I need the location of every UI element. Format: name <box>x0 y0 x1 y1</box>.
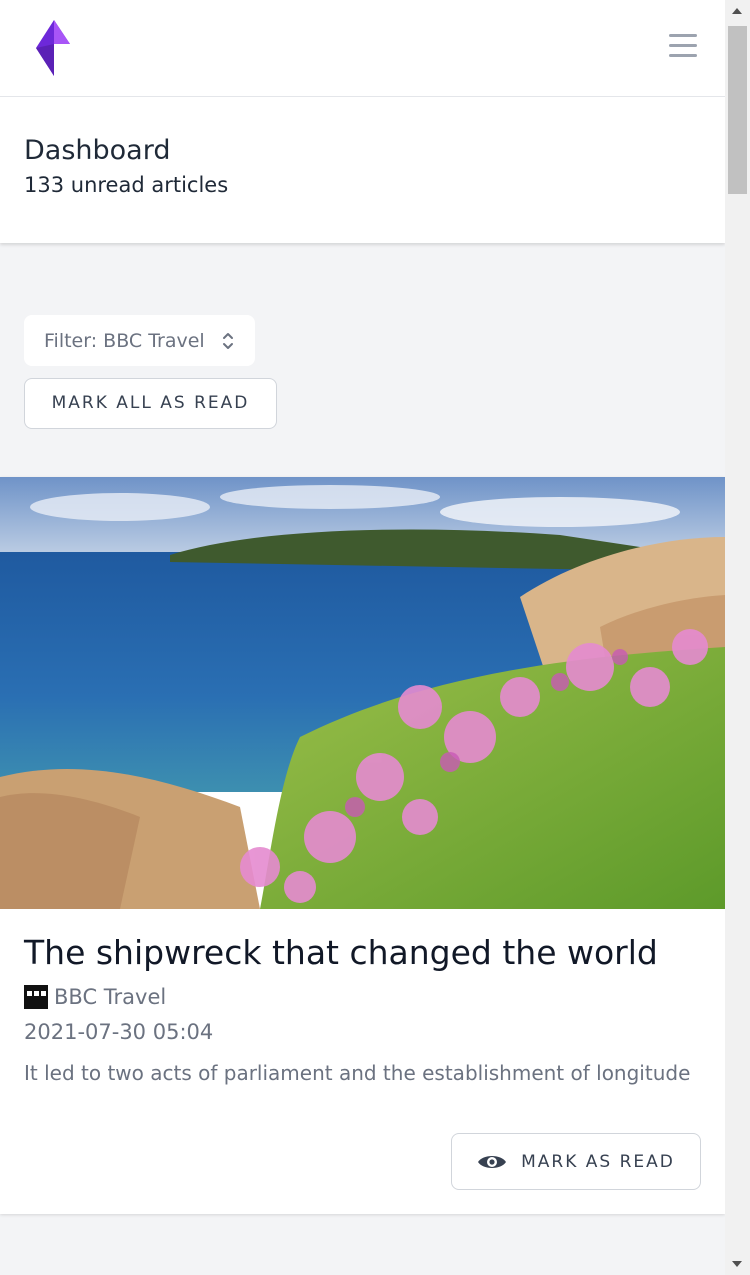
mark-as-read-button[interactable]: MARK AS READ <box>451 1133 701 1190</box>
scrollbar-thumb[interactable] <box>728 26 747 194</box>
app-viewport: Dashboard 133 unread articles Filter: BB… <box>0 0 725 1275</box>
filter-select[interactable]: Filter: BBC Travel <box>24 315 255 366</box>
eye-icon <box>478 1155 507 1168</box>
bbc-logo-icon <box>24 985 48 1009</box>
article-date: 2021-07-30 05:04 <box>24 1020 214 1044</box>
article-description: It led to two acts of parliament and the… <box>24 1061 691 1085</box>
app-logo[interactable] <box>36 20 72 76</box>
hamburger-menu-icon[interactable] <box>669 34 697 60</box>
controls: Filter: BBC Travel MARK ALL AS READ <box>0 243 725 477</box>
chevron-up-down-icon <box>222 332 233 349</box>
scroll-down-arrow-icon[interactable] <box>725 1253 750 1275</box>
mark-all-read-button[interactable]: MARK ALL AS READ <box>24 378 277 429</box>
top-nav <box>0 0 725 97</box>
unread-count: 133 unread articles <box>24 173 229 197</box>
article-card: The shipwreck that changed the world BBC… <box>0 477 725 1214</box>
page-title: Dashboard <box>24 135 171 166</box>
article-source: BBC Travel <box>24 985 701 1009</box>
scroll-up-arrow-icon[interactable] <box>725 0 750 22</box>
filter-label: Filter: BBC Travel <box>44 329 205 352</box>
page-header: Dashboard 133 unread articles <box>0 97 725 243</box>
source-name[interactable]: BBC Travel <box>54 985 166 1009</box>
article-actions: MARK AS READ <box>24 1133 701 1190</box>
article-title[interactable]: The shipwreck that changed the world <box>24 931 701 975</box>
vertical-scrollbar[interactable] <box>725 0 750 1275</box>
article-body: The shipwreck that changed the world BBC… <box>0 909 725 1214</box>
mark-as-read-label: MARK AS READ <box>521 1151 675 1172</box>
article-image[interactable] <box>0 477 725 909</box>
